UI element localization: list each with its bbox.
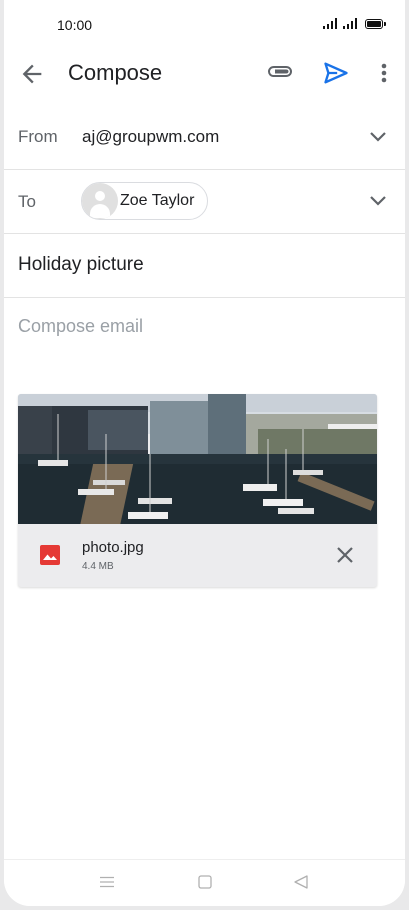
status-time: 10:00 [57,17,93,33]
send-button[interactable] [322,59,350,87]
close-icon[interactable] [334,544,356,566]
status-icons [322,18,386,29]
signal-icon [322,18,337,29]
to-row[interactable]: To Zoe Taylor [4,170,405,234]
body-field[interactable]: Compose email [18,316,143,337]
chevron-down-icon[interactable] [369,195,387,207]
attachment-file-name: photo.jpg [82,539,144,556]
status-bar: 10:00 [4,0,405,48]
from-address: aj@groupwm.com [82,127,220,146]
from-row[interactable]: From aj@groupwm.com [4,105,405,170]
attachment-file-size: 4.4 MB [82,561,114,572]
subject-field[interactable]: Holiday picture [18,254,144,276]
battery-icon [365,19,386,29]
avatar [82,183,118,219]
chevron-down-icon[interactable] [369,131,387,143]
more-vert-icon [381,63,387,83]
paperclip-icon [267,66,293,77]
image-file-icon [40,545,60,565]
phone-screen: 10:00 Compose From aj@groupwm.com To Zoe… [4,0,405,906]
menu-icon[interactable] [99,876,115,888]
app-bar: Compose [4,48,405,100]
recipient-name: Zoe Taylor [120,192,195,209]
recipient-chip[interactable]: Zoe Taylor [81,182,209,220]
attachment-thumbnail[interactable] [18,394,377,524]
subject-row[interactable]: Holiday picture [4,234,405,298]
home-icon[interactable] [198,875,212,889]
from-label: From [18,127,58,146]
back-button[interactable] [18,60,46,88]
send-icon [324,62,348,84]
more-options-button[interactable] [374,59,394,87]
attachment-card[interactable]: photo.jpg 4.4 MB [18,394,377,587]
system-nav-bar [4,859,405,906]
page-title: Compose [68,60,163,85]
to-label: To [18,192,36,211]
arrow-back-icon [22,64,42,84]
signal-icon [342,18,357,29]
attach-button[interactable] [266,60,296,88]
back-triangle-icon[interactable] [293,874,309,890]
